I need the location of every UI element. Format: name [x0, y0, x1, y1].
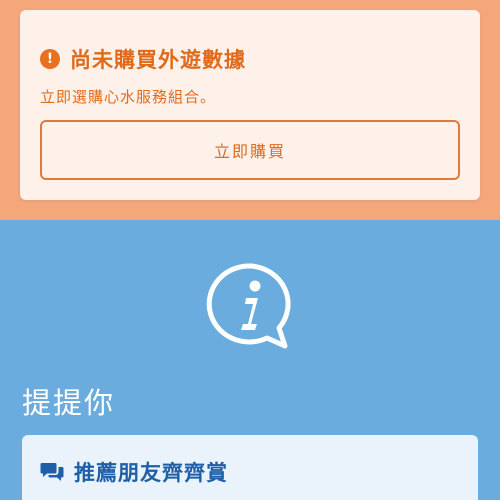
notice-card: ! 尚未購買外遊數據 立即選購心水服務組合。 立即購買: [20, 10, 480, 200]
screen: ! 尚未購買外遊數據 立即選購心水服務組合。 立即購買 提提你 推薦朋友齊齊賞: [0, 0, 500, 500]
notice-title: 尚未購買外遊數據: [70, 48, 246, 72]
recommend-friend-card[interactable]: 推薦朋友齊齊賞: [22, 435, 478, 500]
reminder-title: 提提你: [22, 386, 116, 420]
notice-header: ! 尚未購買外遊數據: [40, 44, 246, 74]
notice-subtitle: 立即選購心水服務組合。: [40, 88, 217, 106]
info-speech-bubble-icon: [205, 260, 297, 352]
reminder-section: 提提你 推薦朋友齊齊賞: [0, 220, 500, 500]
recommend-header: 推薦朋友齊齊賞: [40, 457, 228, 487]
recommend-title: 推薦朋友齊齊賞: [74, 461, 228, 485]
purchase-notice-section: ! 尚未購買外遊數據 立即選購心水服務組合。 立即購買: [0, 0, 500, 220]
alert-circle-icon: !: [40, 49, 60, 69]
chat-bubbles-icon: [40, 461, 64, 483]
buy-now-button[interactable]: 立即購買: [40, 120, 460, 180]
